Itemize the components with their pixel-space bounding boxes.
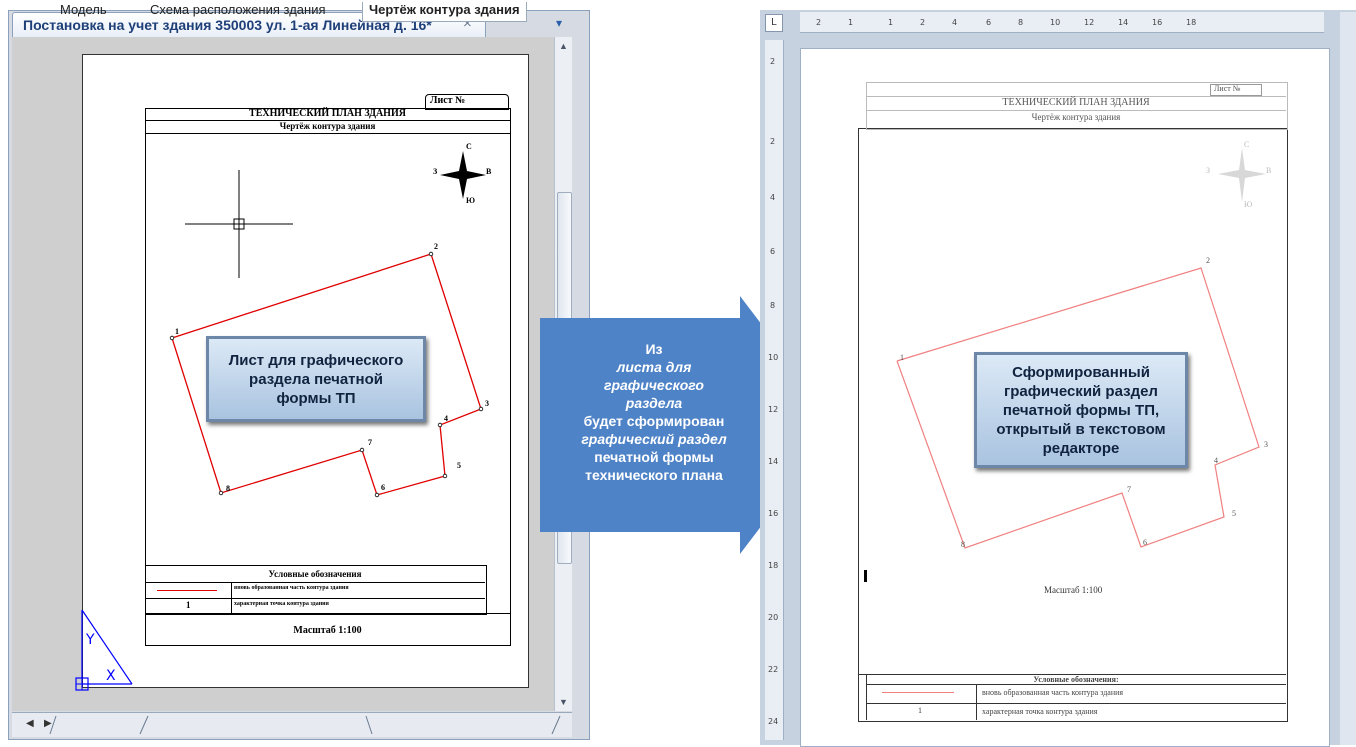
word-point-label: 2 <box>1206 256 1210 265</box>
word-point-label: 6 <box>1143 538 1147 547</box>
callout-line: печатной формы ТП, <box>1002 401 1160 419</box>
word-legend-swatch <box>882 692 954 693</box>
callout-line: Сформированный <box>1012 363 1150 381</box>
word-point-label: 4 <box>1214 456 1218 465</box>
text-cursor <box>864 570 867 582</box>
word-legend-col <box>976 684 977 720</box>
word-legend-row2: характерная точка контура здания <box>982 707 1098 716</box>
word-legend-number: 1 <box>918 706 922 715</box>
word-point-label: 8 <box>961 540 965 549</box>
callout-line: редакторе <box>1042 439 1120 457</box>
word-legend-title: Условные обозначения: <box>1033 675 1119 684</box>
word-point-label: 5 <box>1232 509 1236 518</box>
word-legend-row1: вновь образованная часть контура здания <box>982 688 1124 697</box>
callout-line: открытый в текстовом <box>996 420 1166 438</box>
word-legend-line <box>866 703 1286 704</box>
callout-line: графический раздел <box>1004 382 1158 400</box>
word-scale-label: Масштаб 1:100 <box>1044 585 1103 595</box>
word-point-label: 1 <box>900 353 904 362</box>
word-legend-line <box>866 684 1286 685</box>
callout-word-result: Сформированный графический раздел печатн… <box>974 352 1188 468</box>
word-point-label: 7 <box>1127 485 1131 494</box>
word-point-label: 3 <box>1264 440 1268 449</box>
